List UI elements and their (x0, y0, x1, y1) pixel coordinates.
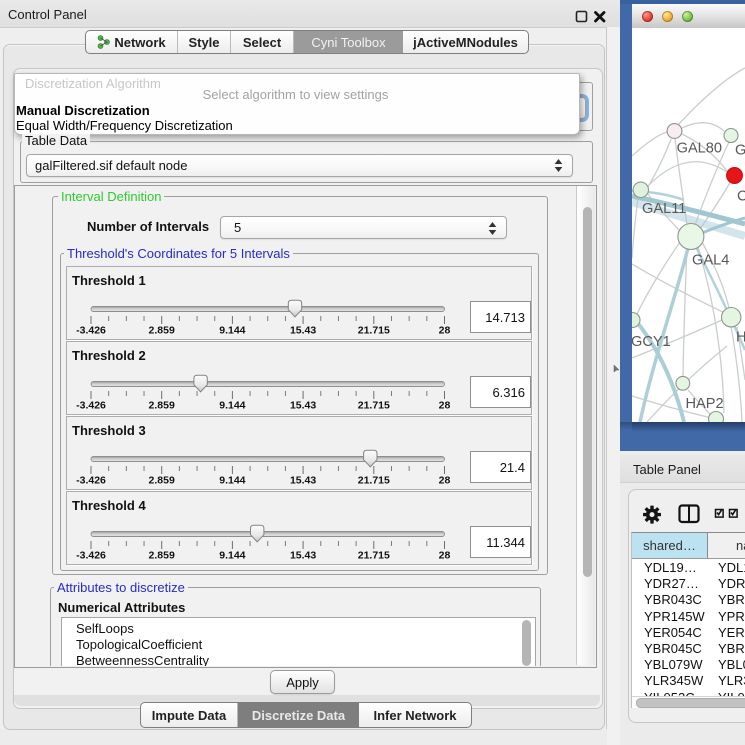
svg-text:HAP2: HAP2 (686, 396, 724, 412)
svg-text:9.144: 9.144 (219, 400, 245, 412)
svg-text:9.144: 9.144 (219, 325, 245, 337)
svg-text:15.43: 15.43 (290, 475, 316, 487)
svg-text:-3.426: -3.426 (76, 400, 106, 412)
svg-text:GCY1: GCY1 (632, 334, 671, 350)
svg-text:GAL11: GAL11 (642, 201, 686, 217)
svg-text:GAL80: GAL80 (677, 140, 722, 156)
svg-text:HA: HA (736, 330, 745, 346)
svg-text:CA: CA (737, 189, 745, 205)
svg-text:21.715: 21.715 (358, 400, 390, 412)
svg-text:21.715: 21.715 (358, 475, 390, 487)
svg-text:15.43: 15.43 (290, 400, 316, 412)
svg-text:2.859: 2.859 (149, 400, 175, 412)
svg-text:GA: GA (735, 143, 745, 159)
svg-text:28: 28 (439, 400, 451, 412)
svg-text:2.859: 2.859 (149, 475, 175, 487)
svg-text:15.43: 15.43 (290, 325, 316, 337)
svg-text:28: 28 (439, 475, 451, 487)
svg-text:28: 28 (439, 325, 451, 337)
svg-text:2.859: 2.859 (149, 325, 175, 337)
svg-text:GAL4: GAL4 (692, 252, 729, 268)
svg-text:-3.426: -3.426 (76, 325, 106, 337)
svg-text:9.144: 9.144 (219, 475, 245, 487)
svg-text:-3.426: -3.426 (76, 475, 106, 487)
svg-text:21.715: 21.715 (358, 325, 390, 337)
